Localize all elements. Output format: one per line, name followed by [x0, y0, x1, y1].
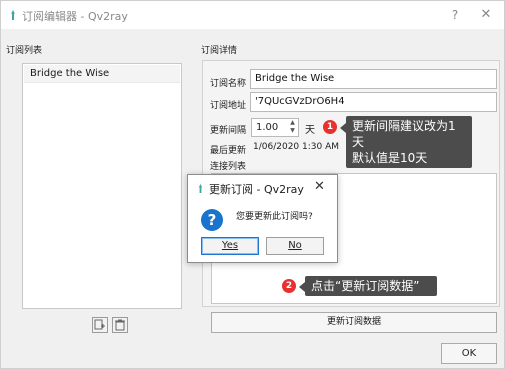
yes-button[interactable]: Yes: [201, 237, 259, 255]
interval-unit: 天: [305, 125, 315, 136]
trash-icon: [115, 319, 125, 331]
step-badge-1: 1: [323, 120, 337, 134]
title-bar: 订阅编辑器 - Qv2ray ? ✕: [1, 1, 504, 29]
no-button[interactable]: No: [266, 237, 324, 255]
help-button[interactable]: ?: [447, 7, 463, 23]
close-button[interactable]: ✕: [478, 7, 494, 23]
subscription-details-label: 订阅详情: [201, 46, 238, 56]
step-badge-2: 2: [282, 279, 296, 293]
url-label: 订阅地址: [210, 101, 247, 111]
tooltip-line: 默认值是10天: [352, 151, 428, 165]
app-icon: [198, 184, 203, 193]
connections-label: 连接列表: [210, 162, 247, 172]
subscription-list-label: 订阅列表: [6, 46, 43, 56]
url-field[interactable]: '7QUcGVzDrO6H4: [250, 92, 497, 112]
update-confirm-dialog: 更新订阅 - Qv2ray ✕ ? 您要更新此订阅吗? Yes No: [187, 174, 338, 263]
dialog-title: 更新订阅 - Qv2ray: [209, 183, 304, 196]
name-label: 订阅名称: [210, 79, 247, 89]
delete-subscription-button[interactable]: [112, 317, 128, 333]
update-subscription-button[interactable]: 更新订阅数据: [211, 312, 497, 333]
question-icon: ?: [201, 209, 223, 231]
name-field[interactable]: Bridge the Wise: [250, 69, 497, 89]
window-title: 订阅编辑器 - Qv2ray: [22, 10, 128, 23]
spin-arrows-icon[interactable]: ▲ ▼: [287, 119, 298, 136]
interval-label: 更新间隔: [210, 126, 247, 136]
add-subscription-icon: [94, 319, 105, 330]
last-update-label: 最后更新: [210, 146, 247, 156]
last-update-value: 1/06/2020 1:30 AM: [253, 142, 340, 152]
subscription-list[interactable]: Bridge the Wise: [22, 63, 182, 309]
interval-hint-tooltip: 更新间隔建议改为1天 默认值是10天: [346, 116, 472, 168]
dialog-close-button[interactable]: ✕: [314, 179, 325, 194]
subscription-editor-window: 订阅编辑器 - Qv2ray ? ✕ 订阅列表 Bridge the Wise …: [0, 0, 505, 369]
add-subscription-button[interactable]: [92, 317, 108, 333]
update-hint-tooltip: 点击“更新订阅数据”: [305, 276, 437, 296]
ok-button[interactable]: OK: [441, 343, 497, 364]
list-item[interactable]: Bridge the Wise: [24, 65, 180, 83]
dialog-message: 您要更新此订阅吗?: [236, 212, 313, 222]
tooltip-line: 更新间隔建议改为1天: [352, 119, 456, 149]
app-icon: [11, 10, 15, 20]
